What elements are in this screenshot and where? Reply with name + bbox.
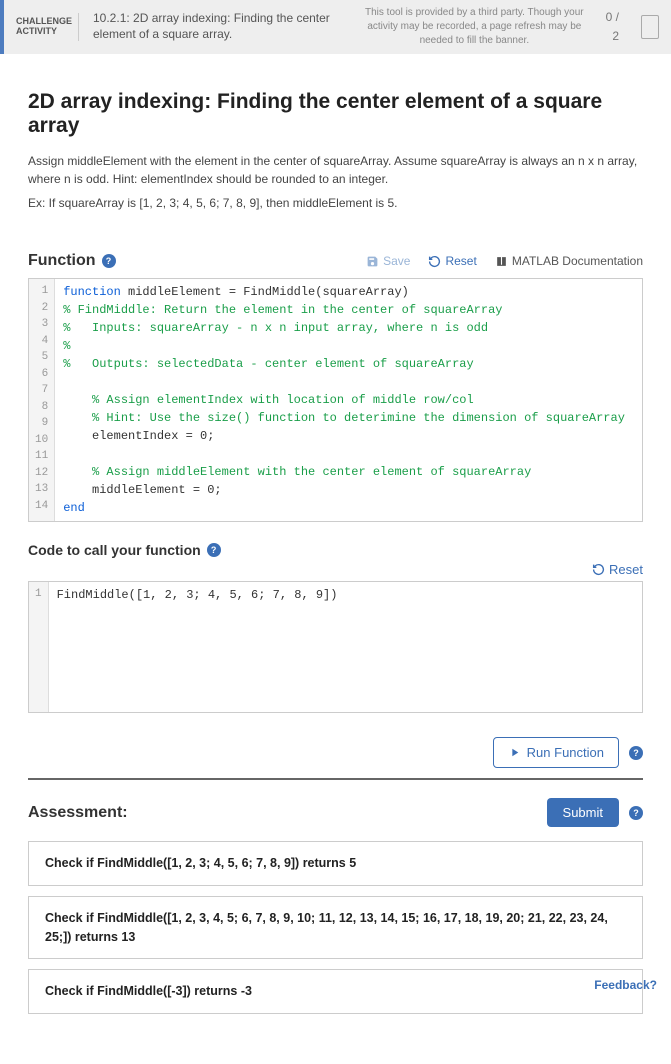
- reset-icon: [592, 563, 605, 576]
- description-2: Ex: If squareArray is [1, 2, 3; 4, 5, 6;…: [28, 194, 643, 212]
- call-header: Code to call your function ?: [28, 542, 643, 558]
- run-label: Run Function: [527, 745, 604, 760]
- main-content: 2D array indexing: Finding the center el…: [0, 54, 671, 1064]
- third-party-note: This tool is provided by a third party. …: [357, 6, 592, 48]
- save-icon: [366, 255, 379, 268]
- score-bottom: 2: [606, 27, 619, 46]
- assessment-check: Check if FindMiddle([1, 2, 3; 4, 5, 6; 7…: [28, 841, 643, 886]
- assessment-check: Check if FindMiddle([-3]) returns -3: [28, 969, 643, 1014]
- play-icon: [508, 746, 521, 759]
- bookmark-icon[interactable]: [641, 15, 659, 39]
- help-icon[interactable]: ?: [629, 746, 643, 760]
- reset-icon: [428, 255, 441, 268]
- call-gutter: 1: [29, 582, 49, 712]
- function-code[interactable]: function middleElement = FindMiddle(squa…: [55, 279, 642, 521]
- help-icon[interactable]: ?: [207, 543, 221, 557]
- section-divider: [28, 778, 643, 780]
- help-icon[interactable]: ?: [629, 806, 643, 820]
- docs-label: MATLAB Documentation: [512, 254, 643, 268]
- run-button[interactable]: Run Function: [493, 737, 619, 768]
- assessment-title: Assessment:: [28, 804, 128, 822]
- score-top: 0 /: [606, 8, 619, 27]
- call-code[interactable]: FindMiddle([1, 2, 3; 4, 5, 6; 7, 8, 9]): [49, 582, 642, 712]
- activity-banner: CHALLENGE ACTIVITY 10.2.1: 2D array inde…: [0, 0, 671, 54]
- book-icon: [495, 255, 508, 268]
- function-header: Function ? Save Reset MATLAB Documentati…: [28, 252, 643, 270]
- function-editor[interactable]: 1234567891011121314 function middleEleme…: [28, 278, 643, 522]
- function-gutter: 1234567891011121314: [29, 279, 55, 521]
- call-title: Code to call your function: [28, 542, 201, 558]
- description-1: Assign middleElement with the element in…: [28, 152, 643, 188]
- divider: [78, 13, 79, 41]
- reset-label: Reset: [445, 254, 476, 268]
- assessment-check: Check if FindMiddle([1, 2, 3, 4, 5; 6, 7…: [28, 896, 643, 960]
- challenge-label: CHALLENGE ACTIVITY: [16, 17, 64, 37]
- reset-button[interactable]: Reset: [428, 254, 476, 268]
- challenge-label-2: ACTIVITY: [16, 27, 64, 37]
- help-icon[interactable]: ?: [102, 254, 116, 268]
- run-row: Run Function ?: [28, 737, 643, 768]
- feedback-link[interactable]: Feedback?: [594, 978, 657, 992]
- call-reset-label: Reset: [609, 562, 643, 577]
- score: 0 / 2: [606, 8, 627, 46]
- page-title: 2D array indexing: Finding the center el…: [28, 90, 643, 138]
- function-toolbar: Save Reset MATLAB Documentation: [366, 254, 643, 268]
- function-title: Function: [28, 252, 96, 270]
- docs-button[interactable]: MATLAB Documentation: [495, 254, 643, 268]
- save-button[interactable]: Save: [366, 254, 410, 268]
- save-label: Save: [383, 254, 410, 268]
- call-toolbar: Reset: [28, 562, 643, 577]
- call-reset-button[interactable]: Reset: [592, 562, 643, 577]
- function-title-row: Function ?: [28, 252, 116, 270]
- activity-title: 10.2.1: 2D array indexing: Finding the c…: [93, 11, 343, 42]
- assessment-header: Assessment: Submit ?: [28, 798, 643, 827]
- submit-button[interactable]: Submit: [547, 798, 619, 827]
- call-editor[interactable]: 1 FindMiddle([1, 2, 3; 4, 5, 6; 7, 8, 9]…: [28, 581, 643, 713]
